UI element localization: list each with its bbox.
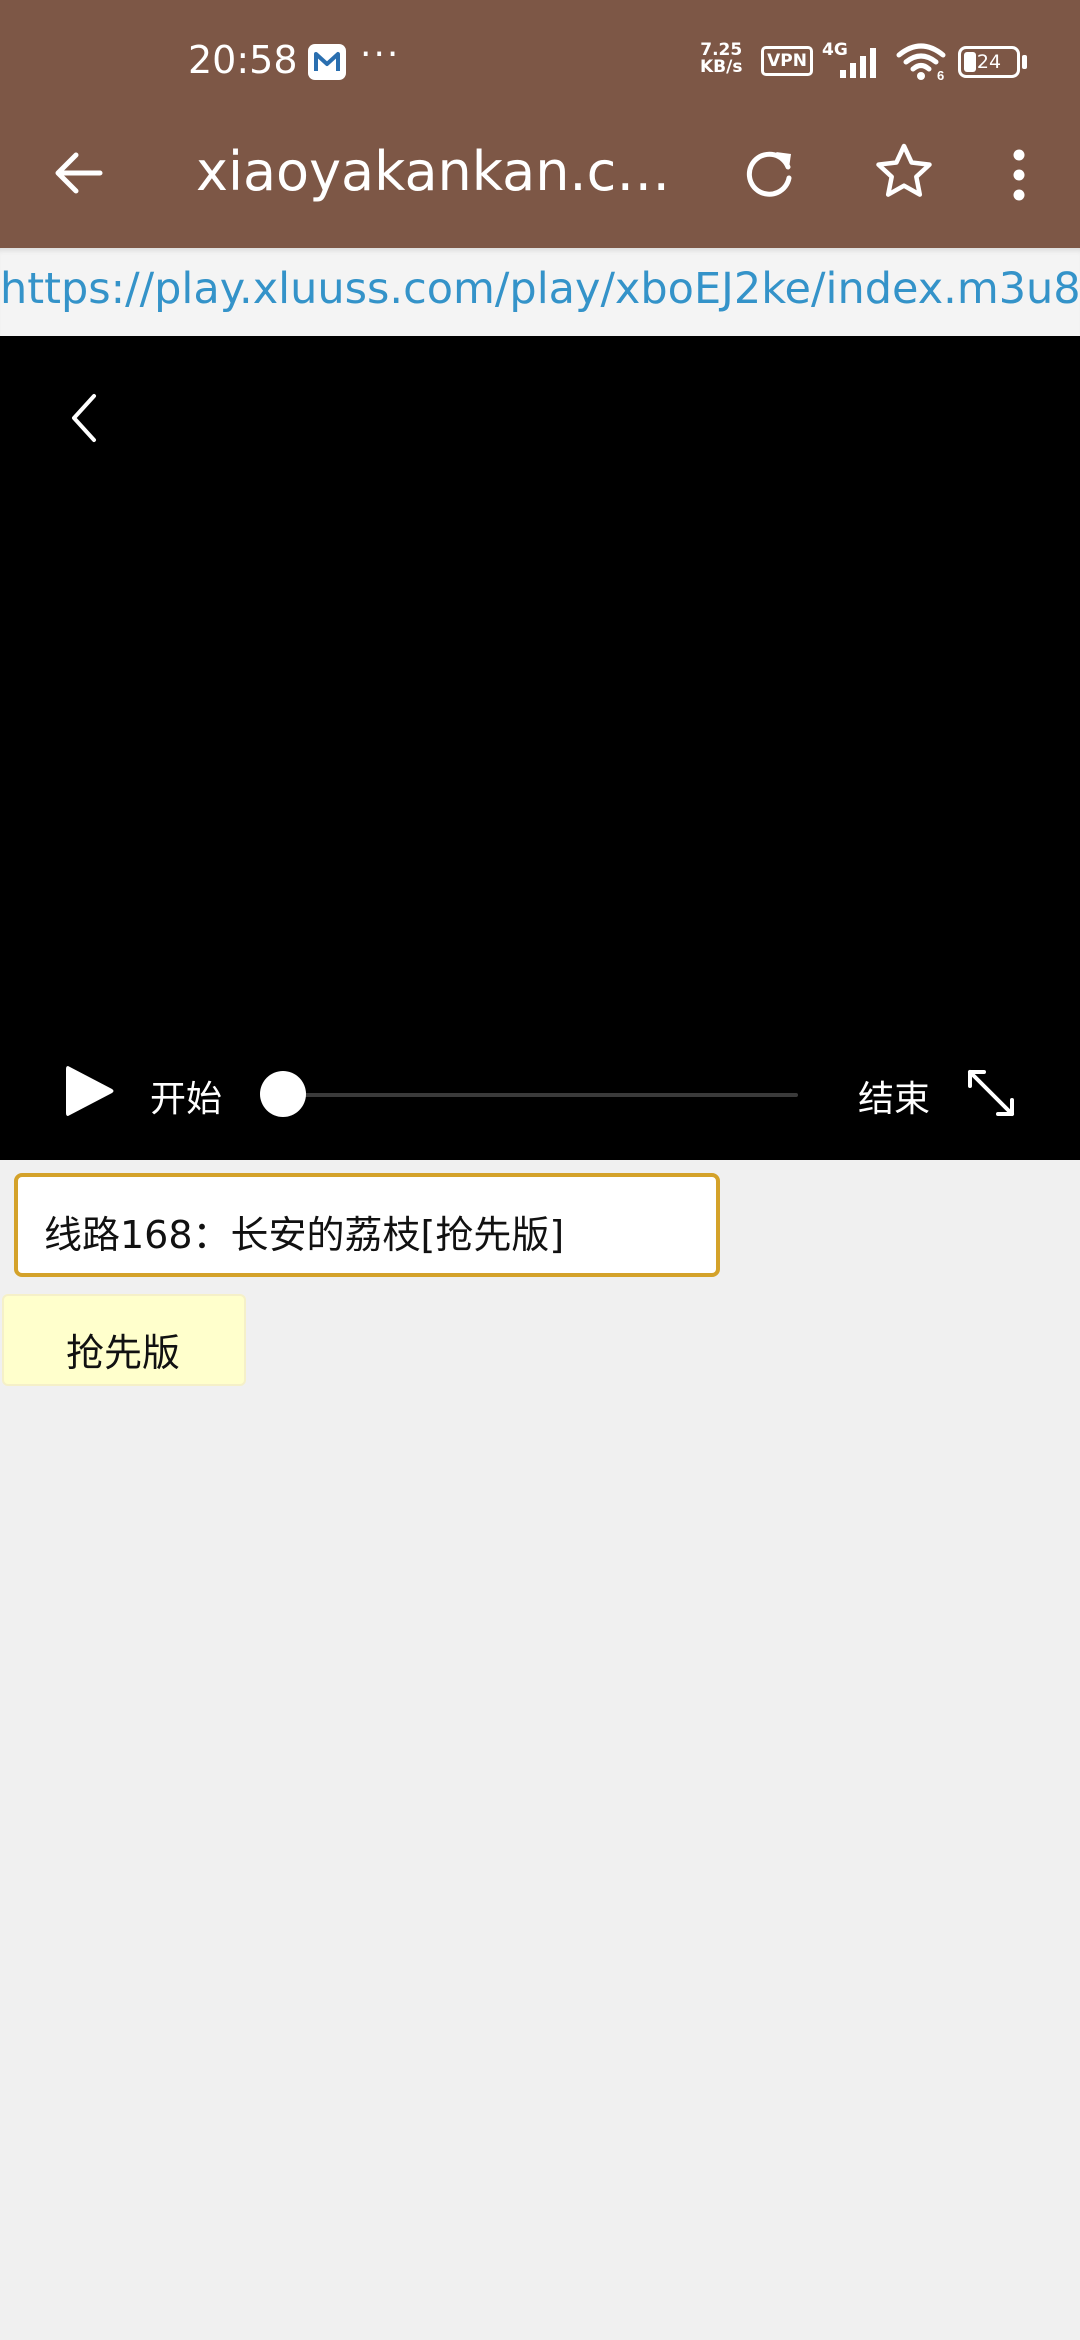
fullscreen-button[interactable] <box>964 1066 1018 1120</box>
battery-indicator: 24 <box>958 46 1020 78</box>
more-vertical-icon <box>1013 149 1025 201</box>
page-title: xiaoyakankan.co... <box>196 140 676 203</box>
network-speed-unit: KB/s <box>700 57 743 77</box>
bookmark-button[interactable] <box>874 142 934 202</box>
video-player[interactable] <box>0 336 1080 1160</box>
svg-text:6: 6 <box>937 68 944 82</box>
player-back-button[interactable] <box>62 390 106 446</box>
signal-strength-icon <box>840 48 876 78</box>
network-speed: 7.25 KB/s <box>700 42 742 76</box>
expand-icon <box>968 1070 1014 1116</box>
reload-button[interactable] <box>742 145 800 203</box>
play-button[interactable] <box>64 1063 116 1119</box>
play-icon <box>66 1066 114 1116</box>
end-time-label: 结束 <box>858 1079 931 1120</box>
m-app-icon <box>308 44 346 80</box>
battery-tip <box>1022 55 1027 69</box>
chevron-left-icon <box>72 394 96 442</box>
vpn-badge: VPN <box>761 46 813 76</box>
status-time: 20:58 <box>188 38 298 82</box>
battery-level: 24 <box>976 51 1002 73</box>
wifi-icon: 6 <box>896 43 946 82</box>
version-tag-label: 抢先版 <box>66 1331 181 1375</box>
progress-bar[interactable] <box>282 1093 798 1097</box>
start-time-label: 开始 <box>150 1079 223 1120</box>
route-title: 线路168：长安的荔枝[抢先版] <box>44 1213 565 1257</box>
overflow-menu-button[interactable] <box>1006 145 1032 205</box>
back-button[interactable] <box>50 145 106 201</box>
star-icon <box>876 143 932 197</box>
battery-fill <box>964 52 976 72</box>
browser-top-bar <box>0 0 1080 248</box>
more-notifications-icon: ··· <box>360 34 401 75</box>
video-url-link[interactable]: https://play.xluuss.com/play/xboEJ2ke/in… <box>0 264 1080 314</box>
progress-knob[interactable] <box>260 1071 306 1117</box>
reload-icon <box>746 151 792 197</box>
arrow-left-icon <box>55 152 103 194</box>
